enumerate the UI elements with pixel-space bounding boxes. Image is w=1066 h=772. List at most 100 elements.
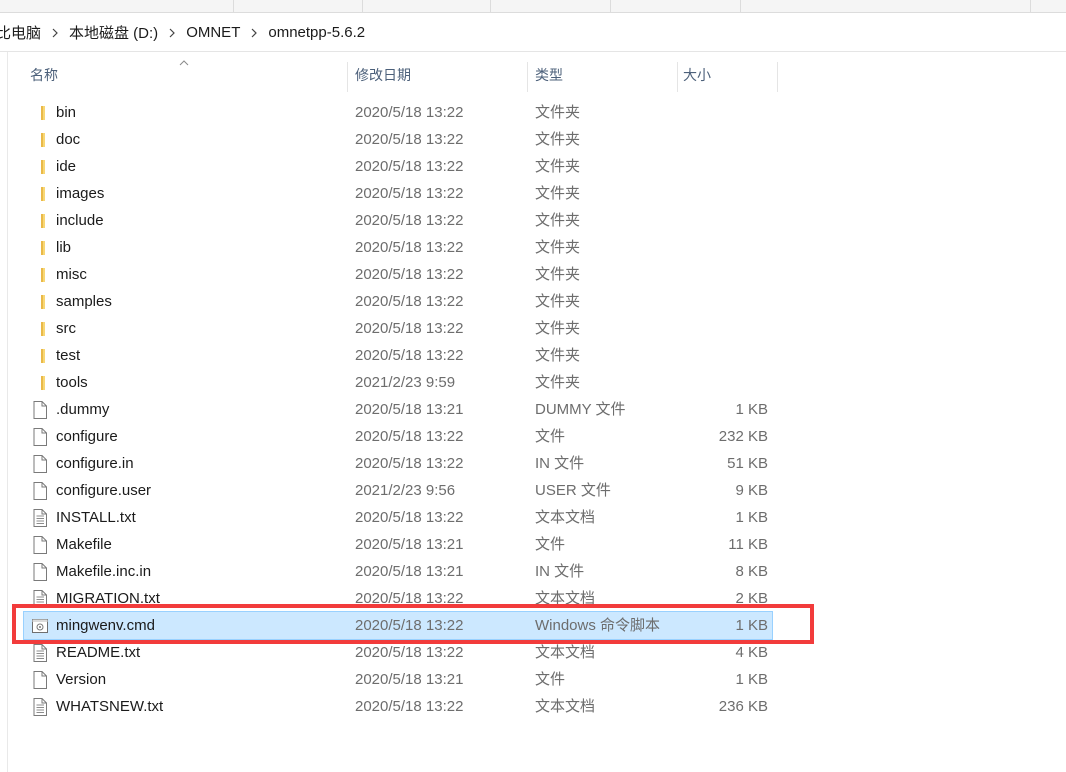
file-row-mingwenv-cmd[interactable]: mingwenv.cmd 2020/5/18 13:22 Windows 命令脚本 1… (23, 611, 773, 640)
folder-icon (31, 157, 49, 177)
folder-icon (31, 238, 49, 258)
file-type: 文件夹 (535, 320, 581, 337)
file-row-doc[interactable]: doc 2020/5/18 13:22 文件夹 (24, 126, 772, 153)
file-modified-date: 2020/5/18 13:22 (355, 158, 464, 175)
text-file-icon (31, 643, 49, 663)
cmd-script-icon (31, 616, 49, 636)
pane-divider[interactable] (7, 52, 8, 772)
folder-icon (31, 373, 49, 393)
file-type: 文件夹 (535, 239, 581, 256)
file-row-configure[interactable]: configure 2020/5/18 13:22 文件 232 KB (24, 423, 772, 450)
file-modified-date: 2020/5/18 13:22 (355, 590, 464, 607)
file-name: Makefile.inc.in (56, 563, 152, 580)
file-name: bin (56, 104, 77, 121)
file-row-dummy[interactable]: .dummy 2020/5/18 13:21 DUMMY 文件 1 KB (24, 396, 772, 423)
file-row-misc[interactable]: misc 2020/5/18 13:22 文件夹 (24, 261, 772, 288)
file-row-configure-user[interactable]: configure.user 2021/2/23 9:56 USER 文件 9 KB (24, 477, 772, 504)
file-size: 2 KB (735, 590, 768, 607)
file-modified-date: 2020/5/18 13:22 (355, 455, 464, 472)
column-header-type[interactable]: 类型 (535, 60, 563, 90)
file-row-configure-in[interactable]: configure.in 2020/5/18 13:22 IN 文件 51 KB (24, 450, 772, 477)
address-bar[interactable]: 比电脑 本地磁盘 (D:) OMNET omnetpp-5.6.2 (0, 13, 1066, 52)
ribbon-divider (610, 0, 611, 12)
file-type: 文本文档 (535, 509, 596, 526)
file-size: 236 KB (718, 698, 768, 715)
column-header-modified[interactable]: 修改日期 (355, 60, 411, 90)
file-row-migration-txt[interactable]: MIGRATION.txt 2020/5/18 13:22 文本文档 2 KB (24, 585, 772, 612)
file-row-install-txt[interactable]: INSTALL.txt 2020/5/18 13:22 文本文档 1 KB (24, 504, 772, 531)
file-type: 文本文档 (535, 698, 596, 715)
file-row-ide[interactable]: ide 2020/5/18 13:22 文件夹 (24, 153, 772, 180)
column-resize-handle[interactable] (527, 62, 528, 92)
breadcrumb-this-pc[interactable]: 比电脑 (0, 22, 47, 43)
folder-icon (31, 184, 49, 204)
chevron-right-icon[interactable] (51, 28, 59, 38)
file-type: 文件 (535, 671, 566, 688)
file-name: images (56, 185, 105, 202)
chevron-right-icon[interactable] (250, 28, 258, 38)
file-row-test[interactable]: test 2020/5/18 13:22 文件夹 (24, 342, 772, 369)
breadcrumb-omnet[interactable]: OMNET (180, 24, 246, 41)
file-name: configure.in (56, 455, 134, 472)
file-name: README.txt (56, 644, 141, 661)
file-type: 文件夹 (535, 212, 581, 229)
file-type: 文件夹 (535, 131, 581, 148)
file-type: USER 文件 (535, 482, 611, 499)
file-row-makefile-inc-in[interactable]: Makefile.inc.in 2020/5/18 13:21 IN 文件 8 KB (24, 558, 772, 585)
file-modified-date: 2020/5/18 13:22 (355, 347, 464, 364)
file-row-whatsnew-txt[interactable]: WHATSNEW.txt 2020/5/18 13:22 文本文档 236 KB (24, 693, 772, 720)
file-row-samples[interactable]: samples 2020/5/18 13:22 文件夹 (24, 288, 772, 315)
column-resize-handle[interactable] (777, 62, 778, 92)
text-file-icon (31, 697, 49, 717)
column-resize-handle[interactable] (347, 62, 348, 92)
file-type: 文件夹 (535, 266, 581, 283)
folder-icon (31, 292, 49, 312)
file-name: MIGRATION.txt (56, 590, 160, 607)
file-modified-date: 2020/5/18 13:21 (355, 401, 464, 418)
file-modified-date: 2020/5/18 13:22 (355, 212, 464, 229)
file-size: 1 KB (735, 401, 768, 418)
column-header-size[interactable]: 大小 (683, 60, 711, 90)
file-modified-date: 2020/5/18 13:22 (355, 131, 464, 148)
file-modified-date: 2021/2/23 9:56 (355, 482, 456, 499)
breadcrumb-omnetpp[interactable]: omnetpp-5.6.2 (262, 24, 371, 41)
file-name: tools (56, 374, 88, 391)
file-modified-date: 2020/5/18 13:22 (355, 428, 464, 445)
file-row-tools[interactable]: tools 2021/2/23 9:59 文件夹 (24, 369, 772, 396)
ribbon-strip (0, 0, 1066, 13)
column-header: 名称 修改日期 类型 大小 (20, 60, 780, 92)
ribbon-divider (1030, 0, 1031, 12)
file-modified-date: 2020/5/18 13:22 (355, 293, 464, 310)
file-row-images[interactable]: images 2020/5/18 13:22 文件夹 (24, 180, 772, 207)
file-row-version[interactable]: Version 2020/5/18 13:21 文件 1 KB (24, 666, 772, 693)
breadcrumb-drive-d[interactable]: 本地磁盘 (D:) (63, 22, 164, 43)
chevron-right-icon[interactable] (168, 28, 176, 38)
file-row-lib[interactable]: lib 2020/5/18 13:22 文件夹 (24, 234, 772, 261)
file-type: Windows 命令脚本 (535, 617, 661, 634)
column-header-name[interactable]: 名称 (30, 60, 58, 90)
file-modified-date: 2020/5/18 13:22 (355, 644, 464, 661)
file-row-readme-txt[interactable]: README.txt 2020/5/18 13:22 文本文档 4 KB (24, 639, 772, 666)
file-name: configure (56, 428, 118, 445)
file-modified-date: 2020/5/18 13:22 (355, 320, 464, 337)
file-row-makefile[interactable]: Makefile 2020/5/18 13:21 文件 11 KB (24, 531, 772, 558)
folder-icon (31, 103, 49, 123)
file-icon (31, 535, 49, 555)
file-list-view[interactable]: 名称 修改日期 类型 大小 bin 2020/5/18 13:22 文件夹 doc 20… (0, 52, 1066, 772)
file-size: 232 KB (718, 428, 768, 445)
folder-icon (31, 211, 49, 231)
file-type: 文件 (535, 428, 566, 445)
folder-icon (31, 319, 49, 339)
sort-ascending-icon (179, 54, 189, 66)
file-name: lib (56, 239, 72, 256)
column-resize-handle[interactable] (677, 62, 678, 92)
file-modified-date: 2020/5/18 13:21 (355, 536, 464, 553)
file-row-include[interactable]: include 2020/5/18 13:22 文件夹 (24, 207, 772, 234)
file-modified-date: 2020/5/18 13:22 (355, 185, 464, 202)
file-row-bin[interactable]: bin 2020/5/18 13:22 文件夹 (24, 99, 772, 126)
file-name: configure.user (56, 482, 152, 499)
file-row-src[interactable]: src 2020/5/18 13:22 文件夹 (24, 315, 772, 342)
file-type: 文件夹 (535, 347, 581, 364)
ribbon-divider (490, 0, 491, 12)
ribbon-divider (740, 0, 741, 12)
